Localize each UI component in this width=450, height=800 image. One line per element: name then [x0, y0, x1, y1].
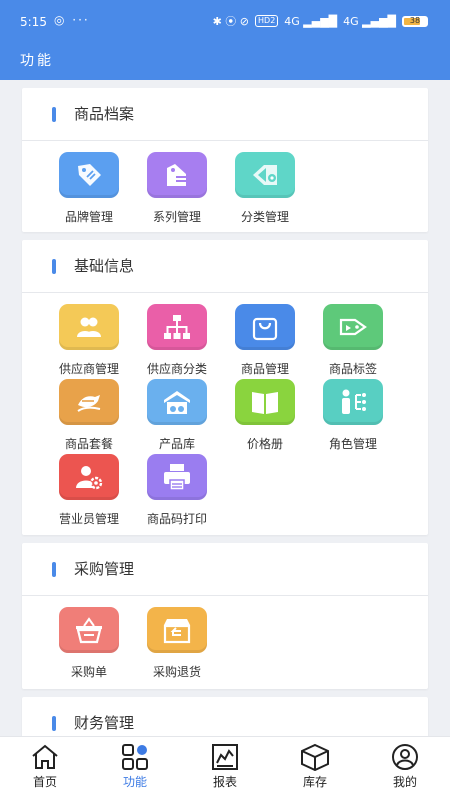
tab-reports[interactable]: 报表 — [180, 743, 270, 790]
tile-product-label[interactable]: 商品标签 — [309, 304, 397, 377]
tile-label: 系列管理 — [152, 210, 201, 224]
section-title: 采购管理 — [74, 560, 135, 578]
grid-icon — [122, 744, 148, 770]
tile-label: 采购单 — [70, 665, 107, 679]
section-title: 商品档案 — [74, 105, 135, 123]
tile-product-package[interactable]: 商品套餐 — [45, 379, 133, 452]
users-icon — [59, 304, 119, 350]
package-icon — [59, 379, 119, 425]
content-scroll[interactable]: 商品档案 品牌管理 系列管理 分类管理 基础信息 供应商管理 供应商分类 商品管… — [0, 80, 450, 736]
tile-clerk-management[interactable]: 营业员管理 — [45, 454, 133, 527]
status-right-icons: ✱ ⦿ ⊘ HD2 4G ▂▄▆█ 4G ▂▄▆█ 38 — [213, 13, 428, 29]
tile-label: 商品套餐 — [64, 437, 113, 451]
accent-bar — [52, 716, 56, 731]
tile-purchase-return[interactable]: 采购退货 — [133, 607, 221, 680]
tile-supplier-category[interactable]: 供应商分类 — [133, 304, 221, 377]
signal-icon: 4G ▂▄▆█ — [284, 14, 338, 28]
tile-label: 角色管理 — [328, 437, 377, 451]
category-icon — [235, 152, 295, 198]
notification-icons: ◎ ··· — [54, 13, 90, 27]
tile-label: 品牌管理 — [64, 210, 113, 224]
tile-label: 采购退货 — [152, 665, 201, 679]
tile-label: 商品管理 — [240, 362, 289, 376]
tile-supplier-management[interactable]: 供应商管理 — [45, 304, 133, 377]
user-gear-icon — [59, 454, 119, 500]
tile-product-management[interactable]: 商品管理 — [221, 304, 309, 377]
section-header: 采购管理 — [22, 543, 428, 596]
tile-label: 商品标签 — [328, 362, 377, 376]
warehouse-icon — [147, 379, 207, 425]
role-icon — [323, 379, 383, 425]
battery-icon: 38 — [402, 15, 428, 27]
section-header: 财务管理 — [22, 697, 428, 736]
accent-bar — [52, 107, 56, 122]
tab-profile[interactable]: 我的 — [360, 743, 450, 790]
tile-label: 营业员管理 — [58, 512, 119, 526]
tile-label: 价格册 — [246, 437, 283, 451]
tab-label: 报表 — [212, 775, 237, 789]
bag-icon — [235, 304, 295, 350]
section-purchase: 采购管理 采购单 采购退货 — [22, 543, 428, 689]
status-bar: 5:15 ◎ ··· ✱ ⦿ ⊘ HD2 4G ▂▄▆█ 4G ▂▄▆█ 38 — [0, 0, 450, 42]
tile-brand-management[interactable]: 品牌管理 — [45, 152, 133, 225]
tile-product-library[interactable]: 产品库 — [133, 379, 221, 452]
home-icon — [32, 744, 58, 769]
return-box-icon — [147, 607, 207, 653]
tile-category-management[interactable]: 分类管理 — [221, 152, 309, 225]
hierarchy-icon — [147, 304, 207, 350]
report-icon — [212, 744, 238, 770]
bottom-tab-bar: 首页 功能 报表 库存 我的 — [0, 736, 450, 800]
tile-label: 分类管理 — [240, 210, 289, 224]
section-title: 财务管理 — [74, 714, 135, 732]
section-basic-info: 基础信息 供应商管理 供应商分类 商品管理 商品标签 商品套餐 产品库 价格册 … — [22, 240, 428, 535]
app-header: 功能 — [0, 42, 450, 80]
signal-icon-2: 4G ▂▄▆█ — [343, 14, 396, 28]
box-icon — [301, 743, 329, 771]
hd-badge: HD2 — [255, 15, 279, 27]
section-title: 基础信息 — [74, 257, 135, 275]
label-icon — [323, 304, 383, 350]
basket-icon — [59, 607, 119, 653]
profile-icon — [392, 744, 418, 770]
tab-label: 库存 — [302, 775, 327, 789]
battery-level: 38 — [409, 15, 421, 25]
section-header: 商品档案 — [22, 88, 428, 141]
bluetooth-icon: ✱ ⦿ ⊘ — [212, 15, 250, 28]
tile-purchase-order[interactable]: 采购单 — [45, 607, 133, 680]
tile-label: 商品码打印 — [146, 512, 207, 526]
series-icon — [147, 152, 207, 198]
status-time: 5:15 — [20, 15, 47, 29]
tag-icon — [59, 152, 119, 198]
section-finance: 财务管理 — [22, 697, 428, 736]
accent-bar — [52, 259, 56, 274]
section-header: 基础信息 — [22, 240, 428, 293]
tab-inventory[interactable]: 库存 — [270, 743, 360, 790]
section-product-archive: 商品档案 品牌管理 系列管理 分类管理 — [22, 88, 428, 232]
printer-icon — [147, 454, 207, 500]
tile-role-management[interactable]: 角色管理 — [309, 379, 397, 452]
tile-label: 供应商管理 — [58, 362, 119, 376]
tab-label: 首页 — [32, 775, 57, 789]
book-icon — [235, 379, 295, 425]
tile-label: 产品库 — [158, 437, 195, 451]
tile-series-management[interactable]: 系列管理 — [133, 152, 221, 225]
tab-functions[interactable]: 功能 — [90, 743, 180, 790]
tab-label: 我的 — [392, 775, 417, 789]
page-title: 功能 — [20, 53, 54, 69]
tile-label: 供应商分类 — [146, 362, 207, 376]
accent-bar — [52, 562, 56, 577]
tile-barcode-print[interactable]: 商品码打印 — [133, 454, 221, 527]
tile-price-book[interactable]: 价格册 — [221, 379, 309, 452]
tab-home[interactable]: 首页 — [0, 743, 90, 790]
tab-label: 功能 — [122, 775, 147, 789]
